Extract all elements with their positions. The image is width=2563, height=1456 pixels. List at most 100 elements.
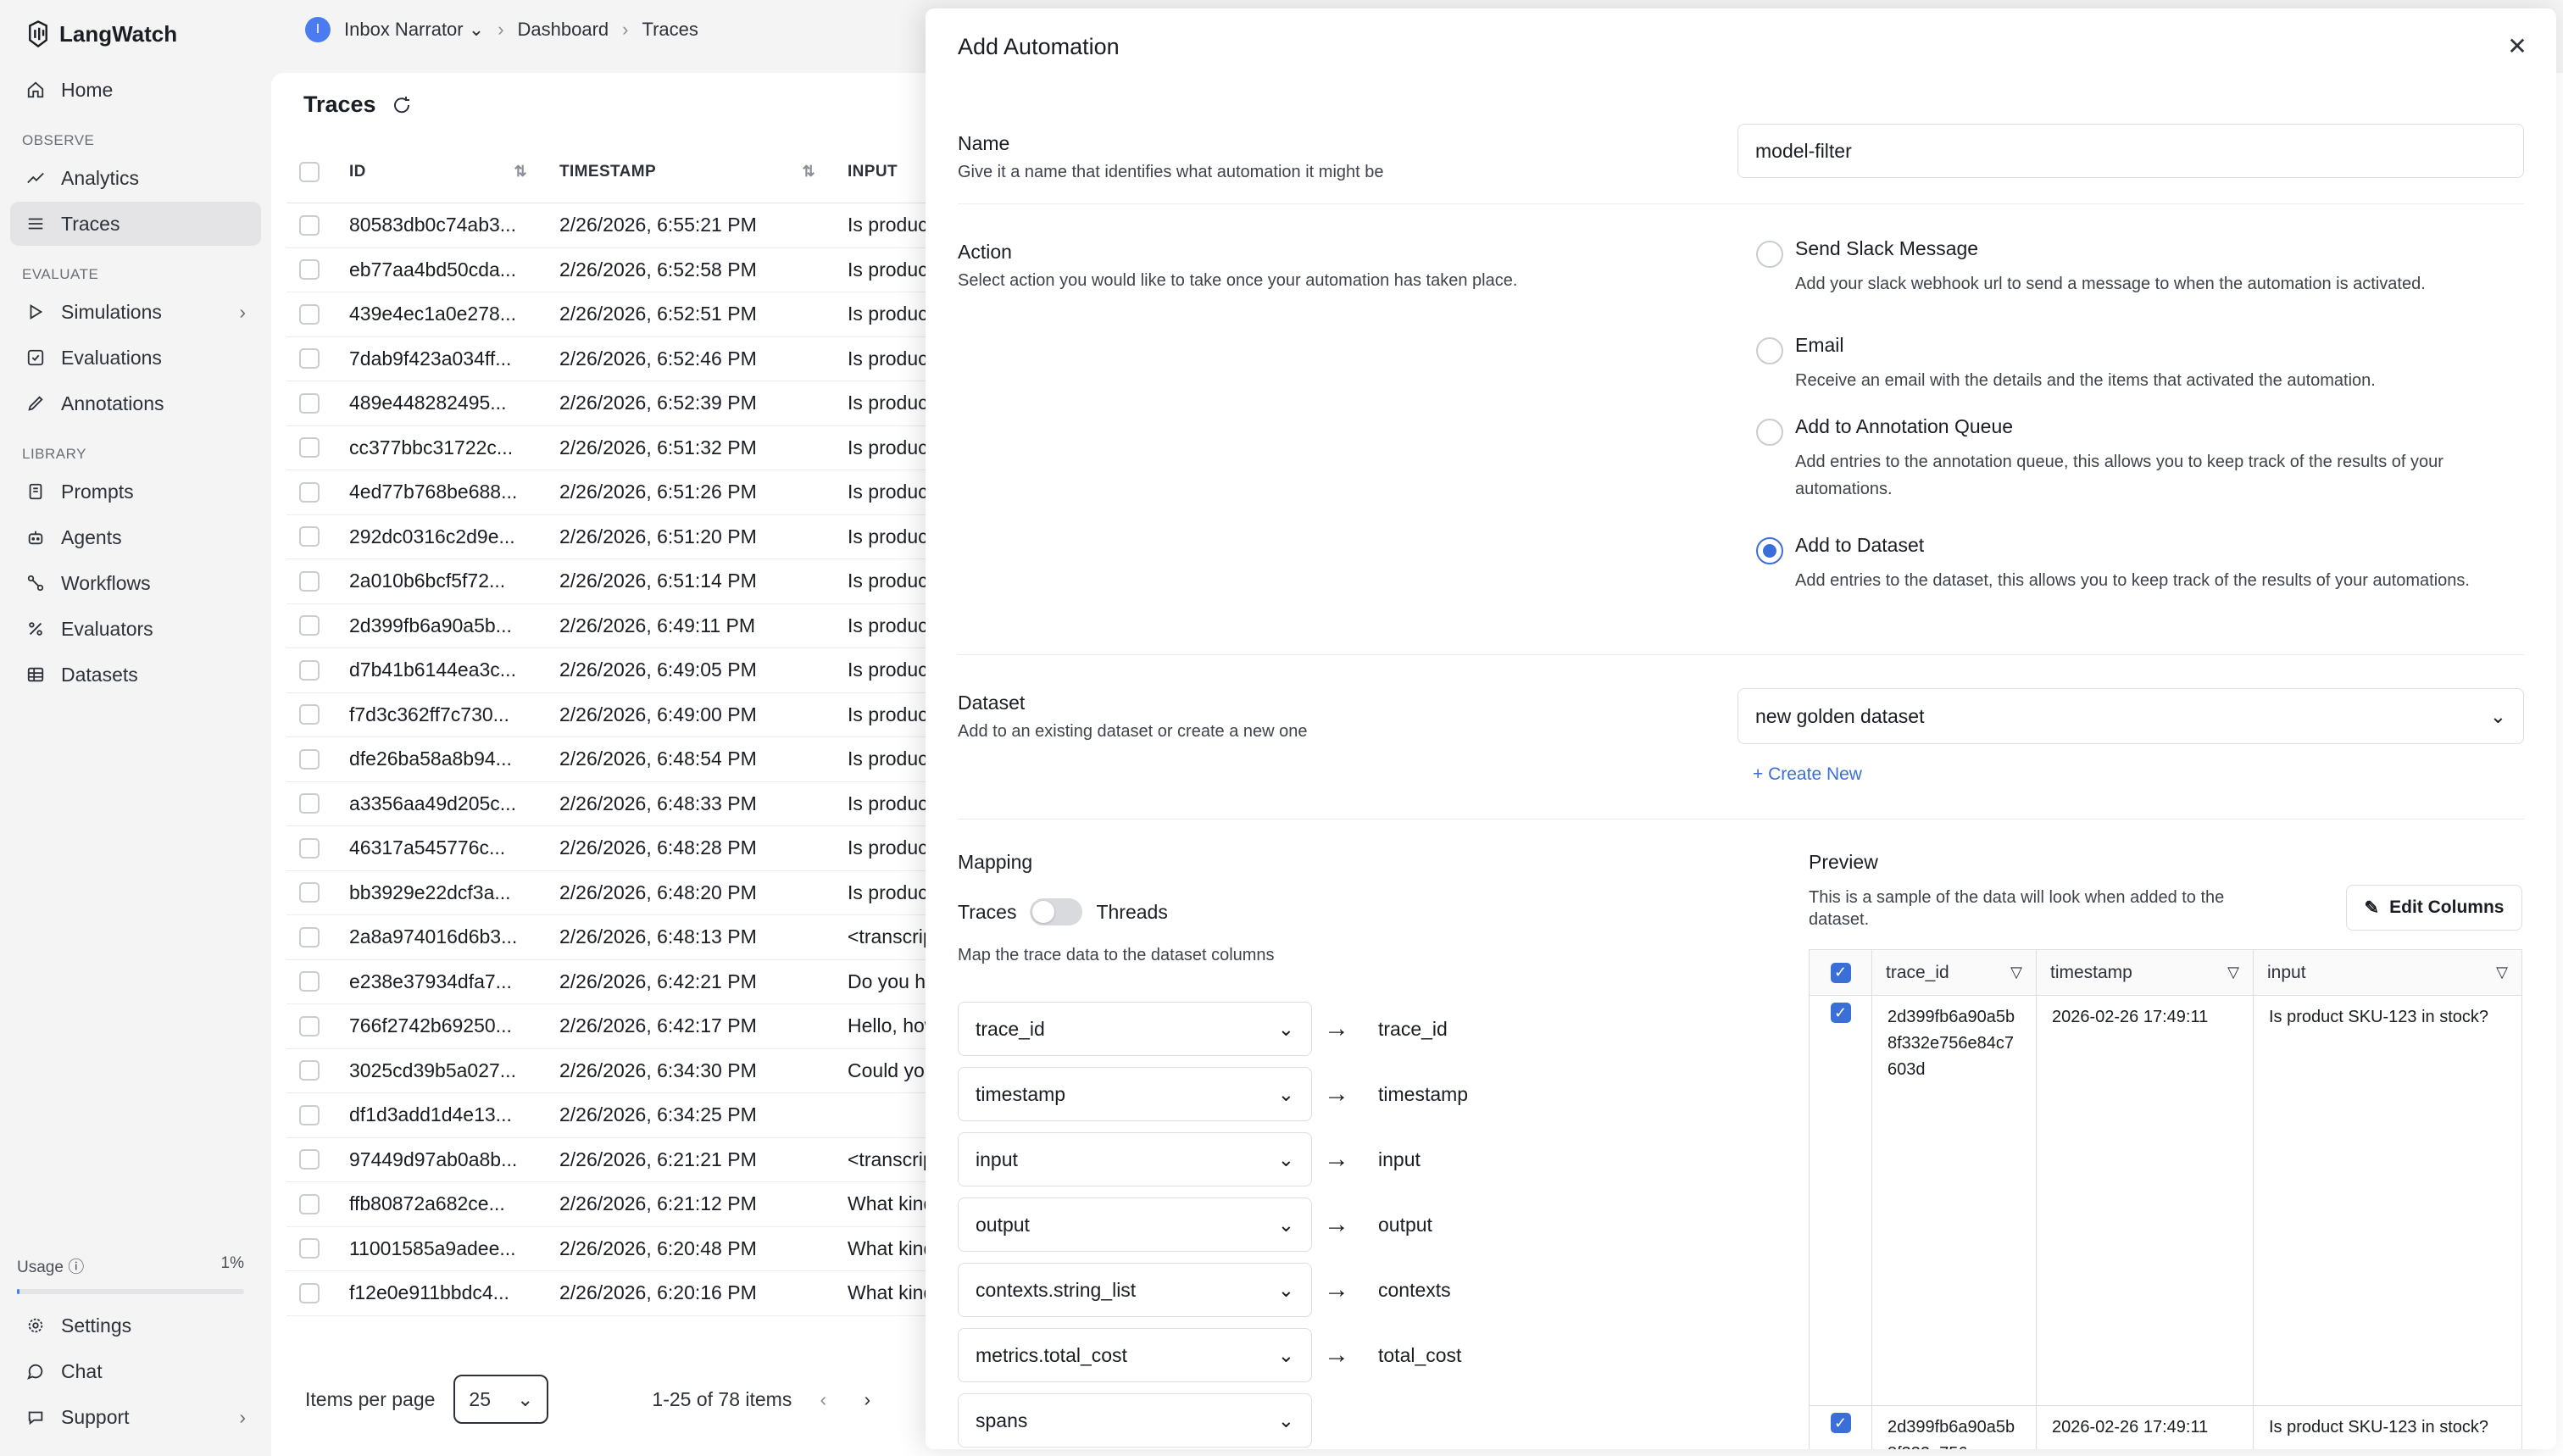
trace-id-cell: f7d3c362ff7c730...: [349, 703, 509, 725]
row-checkbox[interactable]: [299, 570, 320, 592]
logo[interactable]: LangWatch: [10, 17, 261, 51]
timestamp-cell: 2/26/2026, 6:48:20 PM: [559, 881, 757, 903]
row-checkbox[interactable]: [299, 1060, 320, 1081]
row-checkbox[interactable]: [299, 303, 320, 325]
mapping-source-select[interactable]: contexts.string_list ⌄: [958, 1263, 1312, 1317]
items-per-page-select[interactable]: 25 ⌄: [453, 1375, 549, 1424]
trace-id-cell: 46317a545776c...: [349, 836, 506, 859]
mapping-source-select[interactable]: metrics.total_cost ⌄: [958, 1328, 1312, 1382]
nav-annotations[interactable]: Annotations: [10, 381, 261, 425]
nav-evaluations[interactable]: Evaluations: [10, 336, 261, 380]
column-id[interactable]: ID ⇅: [332, 163, 544, 181]
row-checkbox[interactable]: [299, 392, 320, 414]
row-checkbox[interactable]: [299, 882, 320, 903]
create-new-dataset-link[interactable]: + Create New: [1753, 764, 1862, 785]
name-input[interactable]: model-filter: [1737, 124, 2524, 178]
row-checkbox[interactable]: [299, 1193, 320, 1214]
action-option-dataset[interactable]: Add to Dataset Add entries to the datase…: [1756, 534, 2527, 594]
select-all-checkbox[interactable]: ✓: [1830, 962, 1851, 983]
nav-simulations[interactable]: Simulations ›: [10, 290, 261, 334]
sort-icon[interactable]: ⇅: [803, 163, 815, 181]
row-checkbox[interactable]: [299, 615, 320, 636]
divider: [958, 654, 2524, 655]
row-checkbox[interactable]: [299, 748, 320, 770]
row-checkbox[interactable]: [299, 971, 320, 992]
filter-icon[interactable]: ▽: [2010, 964, 2022, 981]
row-checkbox[interactable]: [299, 1015, 320, 1036]
timestamp-cell: 2/26/2026, 6:52:58 PM: [559, 258, 757, 281]
action-option-email[interactable]: Email Receive an email with the details …: [1756, 334, 2527, 394]
mapping-source-select[interactable]: output ⌄: [958, 1198, 1312, 1252]
nav-workflows-label: Workflows: [61, 571, 151, 594]
items-per-page-value: 25: [469, 1387, 492, 1410]
traces-threads-toggle[interactable]: [1030, 898, 1083, 925]
book-icon: [25, 481, 46, 502]
timestamp-cell: 2/26/2026, 6:21:21 PM: [559, 1148, 757, 1170]
option-description: Add entries to the dataset, this allows …: [1795, 571, 2470, 590]
timestamp-cell: 2/26/2026, 6:48:54 PM: [559, 747, 757, 770]
row-checkbox[interactable]: [299, 926, 320, 948]
select-all-checkbox[interactable]: [299, 161, 320, 182]
nav-prompts[interactable]: Prompts: [10, 470, 261, 514]
nav-workflows[interactable]: Workflows: [10, 561, 261, 605]
column-timestamp[interactable]: TIMESTAMP ⇅: [544, 163, 832, 181]
breadcrumb-dashboard[interactable]: Dashboard: [518, 19, 609, 41]
nav-settings[interactable]: Settings: [10, 1303, 261, 1348]
mapping-source-select[interactable]: timestamp ⌄: [958, 1067, 1312, 1121]
nav-datasets[interactable]: Datasets: [10, 653, 261, 697]
project-selector[interactable]: Inbox Narrator ⌄: [344, 19, 484, 41]
toggle-knob: [1032, 901, 1055, 923]
nav-evaluators[interactable]: Evaluators: [10, 607, 261, 651]
arrow-right-icon: →: [1324, 1080, 1349, 1108]
row-checkbox[interactable]: [299, 704, 320, 725]
radio-slack[interactable]: [1756, 241, 1783, 268]
close-icon[interactable]: ✕: [2504, 32, 2531, 59]
row-checkbox[interactable]: ✓: [1830, 1413, 1851, 1433]
row-checkbox[interactable]: [299, 437, 320, 458]
trend-icon: [25, 168, 46, 188]
nav-agents[interactable]: Agents: [10, 515, 261, 559]
refresh-icon[interactable]: [392, 95, 412, 115]
nav-prompts-label: Prompts: [61, 480, 134, 503]
dataset-select[interactable]: new golden dataset ⌄: [1737, 688, 2524, 744]
row-checkbox[interactable]: [299, 481, 320, 503]
row-checkbox[interactable]: [299, 214, 320, 236]
mapping-source-select[interactable]: input ⌄: [958, 1132, 1312, 1186]
nav-support[interactable]: Support ›: [10, 1395, 261, 1439]
row-checkbox[interactable]: [299, 1149, 320, 1170]
mapping-source-select[interactable]: trace_id ⌄: [958, 1002, 1312, 1056]
preview-row: ✓ 2d399fb6a90a5b8f332e756e 2026-02-26 17…: [1810, 1406, 2521, 1449]
filter-icon[interactable]: ▽: [2227, 964, 2239, 981]
action-option-slack[interactable]: Send Slack Message Add your slack webhoo…: [1756, 237, 2527, 297]
timestamp-cell: 2/26/2026, 6:34:30 PM: [559, 1059, 757, 1081]
radio-dataset[interactable]: [1756, 537, 1783, 564]
pencil-icon: [25, 393, 46, 414]
timestamp-cell: 2/26/2026, 6:21:12 PM: [559, 1192, 757, 1215]
row-checkbox[interactable]: ✓: [1830, 1003, 1851, 1023]
usage-meter: Usage ⓘ 1%: [17, 1254, 244, 1294]
row-checkbox[interactable]: [299, 659, 320, 681]
sort-icon[interactable]: ⇅: [514, 163, 527, 181]
filter-icon[interactable]: ▽: [2496, 964, 2508, 981]
row-checkbox[interactable]: [299, 348, 320, 370]
nav-traces[interactable]: Traces: [10, 202, 261, 246]
radio-annotation-queue[interactable]: [1756, 419, 1783, 446]
row-checkbox[interactable]: [299, 526, 320, 547]
mapping-target: trace_id: [1378, 1017, 1448, 1040]
prev-page-icon[interactable]: ‹: [810, 1388, 836, 1411]
nav-chat[interactable]: Chat: [10, 1349, 261, 1393]
row-checkbox[interactable]: [299, 1282, 320, 1303]
nav-home[interactable]: Home: [10, 68, 261, 112]
row-checkbox[interactable]: [299, 1238, 320, 1259]
row-checkbox[interactable]: [299, 837, 320, 859]
nav-analytics[interactable]: Analytics: [10, 156, 261, 200]
trace-id-cell: 80583db0c74ab3...: [349, 214, 516, 236]
row-checkbox[interactable]: [299, 259, 320, 281]
radio-email[interactable]: [1756, 337, 1783, 364]
row-checkbox[interactable]: [299, 1104, 320, 1125]
row-checkbox[interactable]: [299, 793, 320, 814]
edit-columns-button[interactable]: ✎ Edit Columns: [2346, 885, 2522, 931]
next-page-icon[interactable]: ›: [854, 1388, 880, 1411]
action-option-annotation-queue[interactable]: Add to Annotation Queue Add entries to t…: [1756, 415, 2527, 503]
mapping-source-select[interactable]: spans ⌄: [958, 1393, 1312, 1448]
